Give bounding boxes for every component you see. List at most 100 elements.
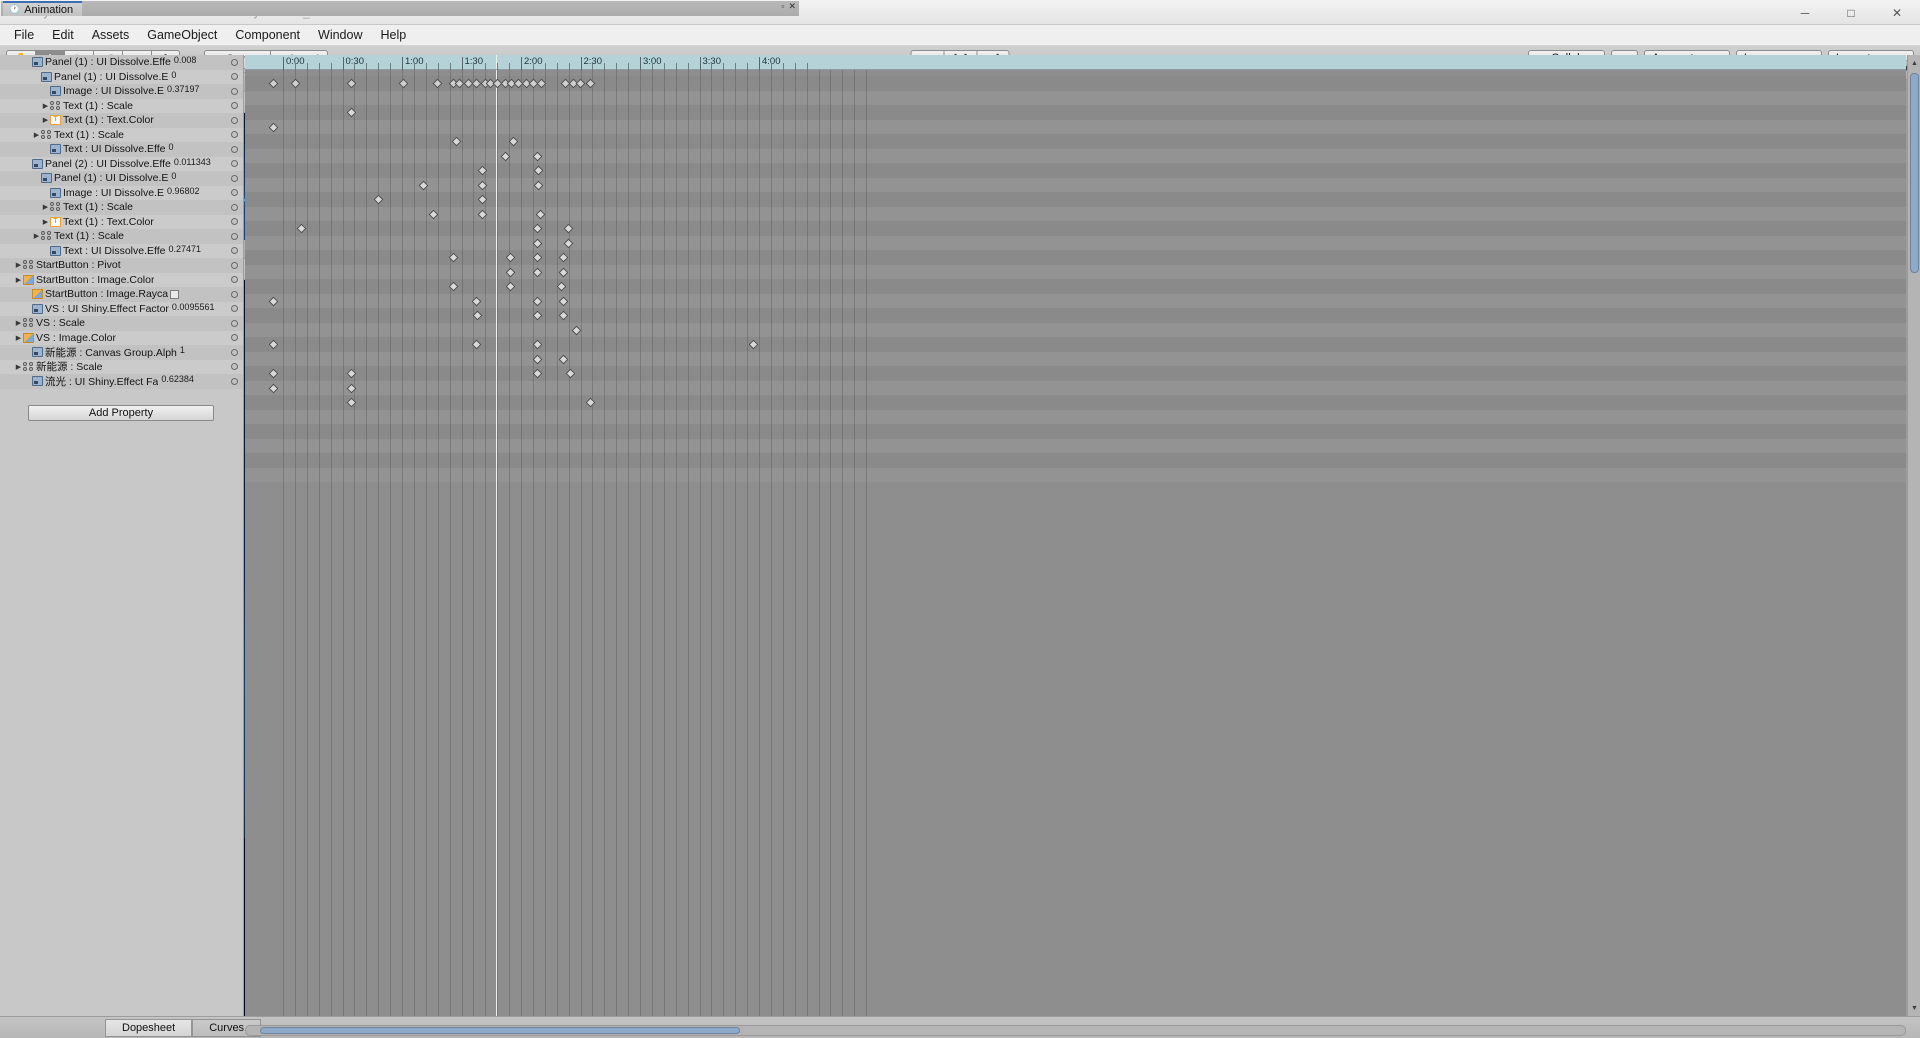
tab-animation[interactable]: 🕐 Animation — [3, 1, 83, 16]
property-expand-icon[interactable]: ▶ — [14, 334, 23, 342]
animation-property-row[interactable]: Panel (1) : UI Dissolve.Effe 0.008 — [0, 55, 243, 70]
animation-property-row[interactable]: ▶ VS : Scale — [0, 316, 243, 331]
property-expand-icon[interactable]: ▶ — [32, 232, 41, 240]
animation-property-label: Panel (2) : UI Dissolve.Effe — [45, 157, 171, 170]
animation-property-row[interactable]: Text : UI Dissolve.Effe 0 — [0, 142, 243, 157]
dopesheet-playhead[interactable] — [496, 70, 497, 1016]
animation-property-keyframe-toggle[interactable] — [231, 58, 238, 66]
scroll-up-icon[interactable]: ▲ — [1910, 57, 1919, 69]
animation-property-row[interactable]: Text : UI Dissolve.Effe 0.27471 — [0, 243, 243, 258]
animation-property-value[interactable]: 0.96802 — [167, 186, 200, 196]
property-expand-icon[interactable]: ▶ — [14, 261, 23, 269]
animation-property-value[interactable]: 0.62384 — [161, 374, 194, 384]
animation-property-list[interactable]: Panel (1) : UI Dissolve.Effe 0.008 Panel (… — [0, 55, 244, 1016]
animation-keyframe-area[interactable] — [245, 70, 1906, 1016]
ruler-minor-tick — [604, 63, 606, 70]
animation-property-value[interactable]: 0.37197 — [167, 84, 200, 94]
animation-property-value[interactable]: 1 — [180, 345, 185, 355]
menu-window[interactable]: Window — [309, 26, 371, 44]
property-expand-icon[interactable]: ▶ — [14, 363, 23, 371]
animation-property-row[interactable]: 流光 : UI Shiny.Effect Fa 0.62384 — [0, 374, 243, 389]
animation-property-keyframe-toggle[interactable] — [231, 319, 238, 327]
animation-property-keyframe-toggle[interactable] — [231, 261, 238, 269]
menu-edit[interactable]: Edit — [43, 26, 83, 44]
animation-property-checkbox[interactable] — [170, 289, 180, 299]
animation-horizontal-scrollbar[interactable] — [245, 1025, 1906, 1036]
animation-property-keyframe-toggle[interactable] — [231, 73, 238, 81]
tab-dopesheet[interactable]: Dopesheet — [105, 1018, 193, 1037]
animation-property-value[interactable]: 0.27471 — [169, 244, 202, 254]
animation-property-keyframe-toggle[interactable] — [231, 116, 238, 124]
animation-property-row[interactable]: ▶ StartButton : Image.Color — [0, 272, 243, 287]
property-expand-icon[interactable]: ▶ — [41, 203, 50, 211]
animation-property-row[interactable]: ▶ Text (1) : Scale — [0, 127, 243, 142]
property-expand-icon[interactable]: ▶ — [41, 116, 50, 124]
animation-property-row[interactable]: Panel (2) : UI Dissolve.Effe 0.011343 — [0, 156, 243, 171]
animation-property-row[interactable]: ▶ VS : Image.Color — [0, 330, 243, 345]
minimize-button[interactable]: ─ — [1782, 0, 1828, 25]
property-expand-icon[interactable]: ▶ — [14, 319, 23, 327]
maximize-button[interactable]: □ — [1828, 0, 1874, 25]
animation-property-keyframe-toggle[interactable] — [231, 377, 238, 385]
animation-vertical-scrollbar[interactable]: ▲ ▼ — [1907, 55, 1920, 1016]
animation-maximize-icon[interactable]: ▫ — [781, 1, 784, 12]
dopesheet-gridline — [437, 70, 439, 1016]
animation-property-keyframe-toggle[interactable] — [231, 102, 238, 110]
animation-property-keyframe-toggle[interactable] — [231, 174, 238, 182]
animation-property-keyframe-toggle[interactable] — [231, 189, 238, 197]
animation-property-keyframe-toggle[interactable] — [231, 232, 238, 240]
property-expand-icon[interactable]: ▶ — [32, 131, 41, 139]
animation-timeline-ruler[interactable]: 0:00 0:30 1:00 1:30 2:00 2:30 3:00 3:30 4:00 — [245, 55, 1906, 70]
animation-property-value[interactable]: 0 — [169, 142, 174, 152]
animation-property-row[interactable]: StartButton : Image.Rayca — [0, 287, 243, 302]
animation-property-row[interactable]: ▶ StartButton : Pivot — [0, 258, 243, 273]
animation-property-value[interactable]: 0.011343 — [174, 157, 211, 167]
animation-property-keyframe-toggle[interactable] — [231, 276, 238, 284]
animation-property-keyframe-toggle[interactable] — [231, 290, 238, 298]
close-button[interactable]: ✕ — [1874, 0, 1920, 25]
menu-assets[interactable]: Assets — [83, 26, 139, 44]
menu-gameobject[interactable]: GameObject — [138, 26, 226, 44]
animation-property-row[interactable]: Image : UI Dissolve.E 0.96802 — [0, 185, 243, 200]
animation-property-row[interactable]: ▶ Text (1) : Scale — [0, 98, 243, 113]
scroll-down-icon[interactable]: ▼ — [1910, 1002, 1919, 1014]
animation-property-keyframe-toggle[interactable] — [231, 363, 238, 371]
animation-property-value[interactable]: 0 — [171, 171, 176, 181]
property-expand-icon[interactable]: ▶ — [41, 218, 50, 226]
animation-property-keyframe-toggle[interactable] — [231, 87, 238, 95]
property-expand-icon[interactable]: ▶ — [14, 276, 23, 284]
animation-property-row[interactable]: Panel (1) : UI Dissolve.E 0 — [0, 171, 243, 186]
property-expand-icon[interactable]: ▶ — [41, 102, 50, 110]
animation-property-keyframe-toggle[interactable] — [231, 247, 238, 255]
animation-property-row[interactable]: ▶ Text (1) : Scale — [0, 200, 243, 215]
animation-property-row[interactable]: 新能源 : Canvas Group.Alph 1 — [0, 345, 243, 360]
menu-component[interactable]: Component — [226, 26, 309, 44]
animation-property-value[interactable]: 0.008 — [174, 55, 197, 65]
animation-property-row[interactable]: ▶ 新能源 : Scale — [0, 359, 243, 374]
menu-help[interactable]: Help — [371, 26, 415, 44]
animation-property-keyframe-toggle[interactable] — [231, 131, 238, 139]
timeline-playhead[interactable] — [496, 55, 497, 69]
animation-property-row[interactable]: Panel (1) : UI Dissolve.E 0 — [0, 69, 243, 84]
animation-property-keyframe-toggle[interactable] — [231, 145, 238, 153]
animation-dopesheet[interactable]: 0:00 0:30 1:00 1:30 2:00 2:30 3:00 3:30 4:00 — [245, 55, 1906, 1016]
animation-property-keyframe-toggle[interactable] — [231, 160, 238, 168]
animation-property-row[interactable]: ▶ T Text (1) : Text.Color — [0, 214, 243, 229]
animation-property-value[interactable]: 0.0095561 — [172, 302, 215, 312]
animation-hscroll-thumb[interactable] — [260, 1027, 740, 1034]
animation-property-keyframe-toggle[interactable] — [231, 348, 238, 356]
animation-property-row[interactable]: VS : UI Shiny.Effect Factor 0.0095561 — [0, 301, 243, 316]
animation-property-keyframe-toggle[interactable] — [231, 334, 238, 342]
animation-property-value[interactable]: 0 — [171, 70, 176, 80]
dopesheet-gridline — [461, 70, 463, 1016]
add-property-button[interactable]: Add Property — [28, 404, 214, 421]
animation-property-keyframe-toggle[interactable] — [231, 218, 238, 226]
animation-property-keyframe-toggle[interactable] — [231, 305, 238, 313]
animation-vscroll-thumb[interactable] — [1910, 73, 1919, 273]
animation-close-icon[interactable]: ✕ — [788, 1, 796, 12]
menu-file[interactable]: File — [5, 26, 43, 44]
animation-property-keyframe-toggle[interactable] — [231, 203, 238, 211]
animation-property-row[interactable]: ▶ T Text (1) : Text.Color — [0, 113, 243, 128]
animation-property-row[interactable]: ▶ Text (1) : Scale — [0, 229, 243, 244]
animation-property-row[interactable]: Image : UI Dissolve.E 0.37197 — [0, 84, 243, 99]
